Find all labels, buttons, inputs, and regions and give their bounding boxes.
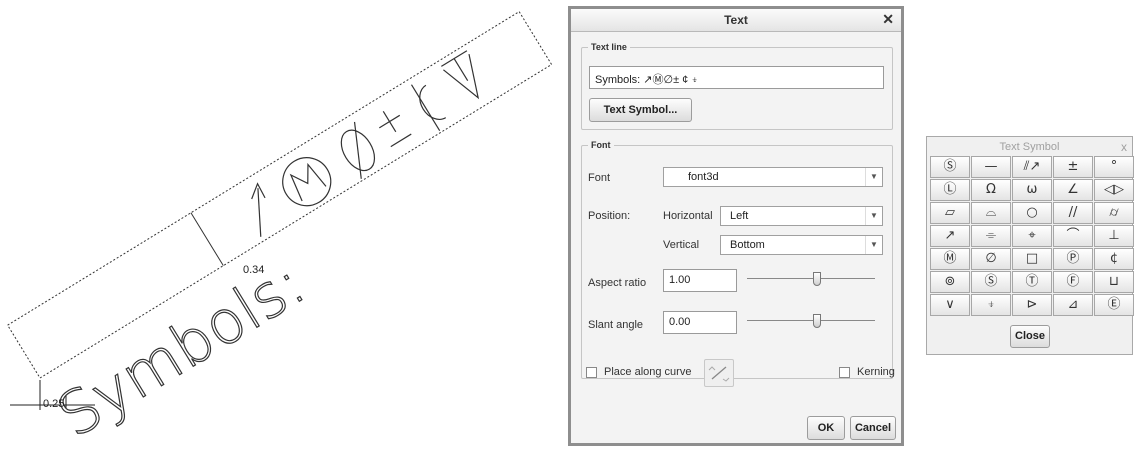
horizontal-select[interactable]: Left ▼ — [720, 206, 883, 226]
symbol-cell[interactable]: □ — [1012, 248, 1052, 270]
curve-select-button[interactable] — [704, 359, 734, 387]
arrow-head — [251, 182, 266, 200]
vertical-select-value: Bottom — [730, 239, 765, 251]
symbol-cell[interactable]: Ⓢ — [930, 156, 970, 178]
symbol-cell[interactable]: Ⓟ — [1053, 248, 1093, 270]
horizontal-label: Horizontal — [663, 210, 713, 222]
cancel-button[interactable]: Cancel — [850, 416, 896, 440]
symbol-cell[interactable]: ⫽↗ — [1012, 156, 1052, 178]
vertical-label: Vertical — [663, 239, 700, 251]
symbol-cell[interactable]: — — [971, 156, 1011, 178]
symbol-cell[interactable]: ⊔ — [1094, 271, 1134, 293]
palette-close-button[interactable]: Close — [1010, 325, 1050, 348]
kerning-checkbox[interactable] — [839, 367, 850, 378]
symbol-cell[interactable]: ▱ — [930, 202, 970, 224]
dialog-titlebar[interactable]: Text ✕ — [571, 9, 901, 32]
symbol-cell[interactable]: Ⓢ — [971, 271, 1011, 293]
height-dimension-value[interactable]: 0.34 — [243, 264, 264, 276]
aspect-ratio-input[interactable]: 1.00 — [663, 269, 737, 292]
symbol-cell[interactable]: Ⓕ — [1053, 271, 1093, 293]
kerning-label: Kerning — [857, 366, 895, 378]
symbol-cell[interactable]: ⌓ — [971, 202, 1011, 224]
sketch-symbols — [251, 50, 480, 237]
aspect-ratio-slider[interactable] — [747, 272, 875, 286]
chevron-down-icon: ▼ — [865, 168, 882, 186]
slant-angle-input[interactable]: 0.00 — [663, 311, 737, 334]
symbol-grid: Ⓢ — ⫽↗ ± ° Ⓛ Ωω ∠ ◁▷ ▱ ⌓ ○//⌭ ↗ ⌯ ⌖ ⌒ ⊥ Ⓜ ∅ □ Ⓟ ¢ ⊚ Ⓢ Ⓣ Ⓕ ⊔ ∨ ⍖ ⊳ ⊿ Ⓔ — [930, 156, 1134, 316]
dialog-title: Text — [724, 13, 748, 27]
symbol-cell[interactable]: Ⓜ — [930, 248, 970, 270]
symbol-cell[interactable]: ⌖ — [1012, 225, 1052, 247]
symbol-cell[interactable]: Ⓔ — [1094, 294, 1134, 316]
symbol-cell[interactable]: ∨ — [930, 294, 970, 316]
horizontal-select-value: Left — [730, 210, 749, 222]
symbol-cell[interactable]: Ⓛ — [930, 179, 970, 201]
m-letter — [289, 162, 327, 202]
symbol-cell[interactable]: ⊚ — [930, 271, 970, 293]
arrow-symbol — [257, 188, 262, 237]
circle-m-symbol — [282, 157, 332, 207]
symbol-cell[interactable]: ⊿ — [1053, 294, 1093, 316]
symbol-cell[interactable]: ° — [1094, 156, 1134, 178]
slant-angle-label: Slant angle — [588, 319, 644, 331]
slant-angle-slider[interactable] — [747, 314, 875, 328]
origin-dimension-value[interactable]: 0.25 — [43, 398, 64, 410]
symbol-cell[interactable]: ◁▷ — [1094, 179, 1134, 201]
symbol-cell[interactable]: ⍖ — [971, 294, 1011, 316]
slider-track — [747, 278, 875, 279]
close-icon[interactable]: x — [1121, 140, 1127, 154]
close-icon[interactable]: ✕ — [882, 11, 894, 28]
height-dimension-line — [190, 212, 224, 266]
slider-thumb[interactable] — [813, 314, 821, 328]
symbol-cell[interactable]: ⊳ — [1012, 294, 1052, 316]
symbol-cell[interactable]: Ω — [971, 179, 1011, 201]
symbol-cell[interactable]: ω — [1012, 179, 1052, 201]
symbol-cell[interactable]: ⌯ — [971, 225, 1011, 247]
chevron-down-icon: ▼ — [865, 207, 882, 225]
cent-symbol — [419, 84, 447, 120]
curve-arrow-icon — [708, 366, 730, 382]
ok-button[interactable]: OK — [807, 416, 845, 440]
vertical-select[interactable]: Bottom ▼ — [720, 235, 883, 255]
symbol-cell[interactable]: ⌭ — [1094, 202, 1134, 224]
aspect-ratio-label: Aspect ratio — [588, 277, 647, 289]
slider-track — [747, 320, 875, 321]
symbol-cell[interactable]: ∅ — [971, 248, 1011, 270]
slider-thumb[interactable] — [813, 272, 821, 286]
symbol-cell[interactable]: ∠ — [1053, 179, 1093, 201]
sketch-canvas[interactable]: Symbols: 0.34 0.25 — [0, 0, 560, 452]
chevron-down-icon: ▼ — [865, 236, 882, 254]
symbol-cell[interactable]: ⊥ — [1094, 225, 1134, 247]
place-along-curve-checkbox[interactable] — [586, 367, 597, 378]
position-label: Position: — [588, 210, 631, 222]
symbol-cell[interactable]: ⌒ — [1053, 225, 1093, 247]
text-line-input[interactable]: Symbols: ↗Ⓜ∅± ¢ ⍖ — [589, 66, 884, 89]
symbol-cell[interactable]: ○ — [1012, 202, 1052, 224]
place-along-curve-label: Place along curve — [604, 366, 692, 378]
symbol-cell[interactable]: Ⓣ — [1012, 271, 1052, 293]
symbol-cell[interactable]: ↗ — [930, 225, 970, 247]
text-dialog: Text ✕ Text line Symbols: ↗Ⓜ∅± ¢ ⍖ Text … — [568, 6, 904, 446]
symbol-cell[interactable]: ¢ — [1094, 248, 1134, 270]
text-symbol-palette: Text Symbol x Ⓢ — ⫽↗ ± ° Ⓛ Ωω ∠ ◁▷ ▱ ⌓ ○//⌭ ↗ ⌯ ⌖ ⌒ ⊥ Ⓜ ∅ □… — [926, 136, 1134, 355]
font-label: Font — [588, 172, 611, 184]
font-select[interactable]: font3d ▼ — [663, 167, 883, 187]
font-select-value: font3d — [688, 171, 719, 183]
symbol-cell[interactable]: // — [1053, 202, 1093, 224]
font-legend: Font — [591, 140, 611, 150]
text-symbol-button[interactable]: Text Symbol... — [589, 98, 692, 122]
palette-title: Text Symbol — [999, 141, 1060, 153]
text-line-legend: Text line — [591, 42, 627, 52]
symbol-cell[interactable]: ± — [1053, 156, 1093, 178]
